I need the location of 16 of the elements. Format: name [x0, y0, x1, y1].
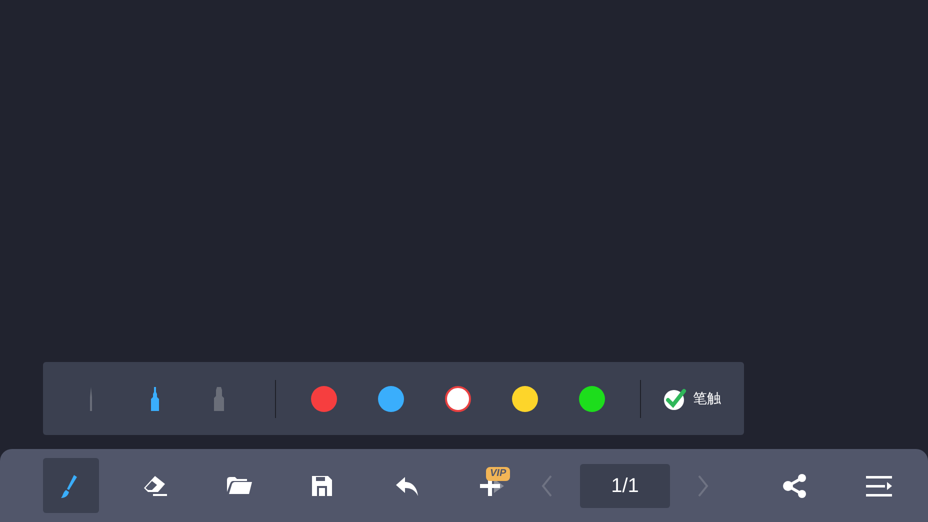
tool-button[interactable]	[43, 458, 99, 513]
color-swatch[interactable]	[311, 386, 337, 412]
pen-icon	[150, 386, 160, 410]
color-swatch[interactable]	[445, 386, 471, 412]
color-swatch[interactable]	[512, 386, 538, 412]
tool-button[interactable]: VIP	[463, 458, 519, 513]
color-swatch[interactable]	[579, 386, 605, 412]
checkbox[interactable]	[663, 386, 687, 410]
chevron-icon	[697, 474, 709, 496]
chevron-icon	[541, 474, 553, 496]
pen-touch-label: 笔触	[693, 389, 721, 408]
page-indicator: 1/1	[580, 464, 670, 508]
share-icon	[781, 472, 809, 500]
vip-badge: VIP	[486, 467, 510, 481]
color-swatch[interactable]	[378, 386, 404, 412]
pen-icon	[214, 386, 224, 410]
